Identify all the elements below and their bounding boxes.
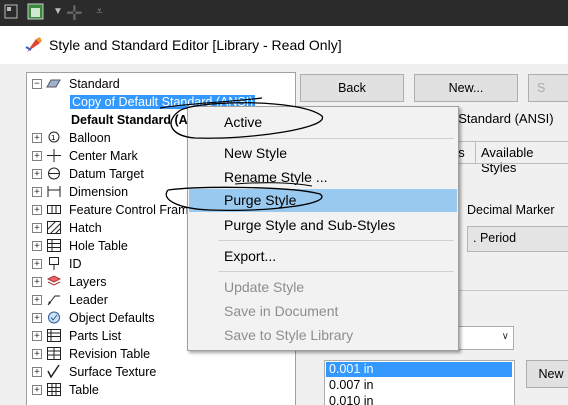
annotation-ellipse-purge: [165, 186, 323, 211]
annotation-overlay: [159, 97, 323, 211]
annotation-ellipse-active: [170, 102, 323, 139]
annotation-stroke-rename: [234, 182, 313, 187]
